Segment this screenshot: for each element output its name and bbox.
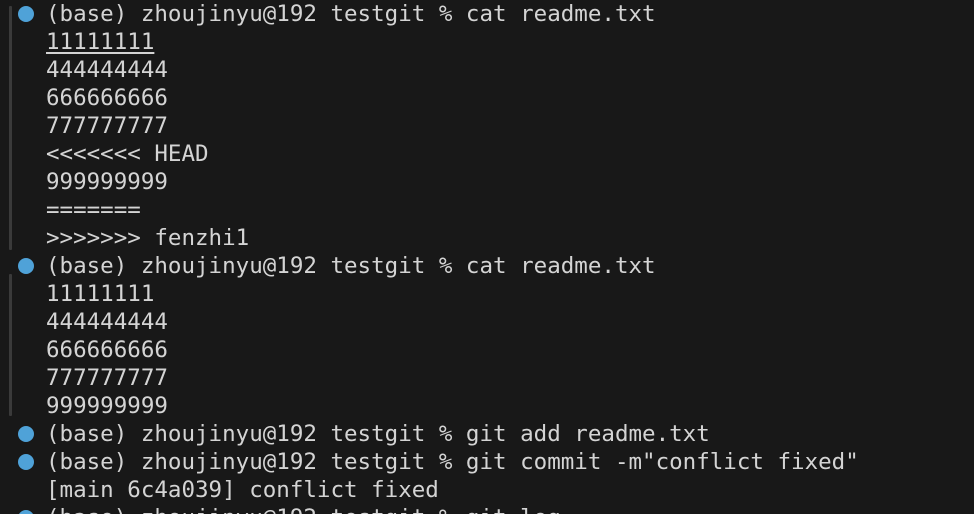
output-line: 777777777 [46,365,168,391]
output-line: 11111111 [46,281,155,307]
output-line: 999999999 [46,169,168,195]
output-line: 777777777 [46,113,168,139]
output-line: >>>>>>> fenzhi1 [46,225,250,251]
output-line: 11111111 [46,29,155,55]
output-line: 666666666 [46,337,168,363]
output-line: <<<<<<< HEAD [46,141,209,167]
command-status-dot-icon[interactable] [18,258,34,274]
command-status-dot-icon[interactable] [18,6,34,22]
command-group-marker [9,6,12,250]
prompt-line: (base) zhoujinyu@192 testgit % cat readm… [46,253,656,279]
output-line: 666666666 [46,85,168,111]
command-status-dot-icon[interactable] [18,426,34,442]
prompt-line: (base) zhoujinyu@192 testgit % cat readm… [46,1,656,27]
prompt-line: (base) zhoujinyu@192 testgit % git add r… [46,421,710,447]
output-line: 999999999 [46,393,168,419]
output-line: 444444444 [46,57,168,83]
terminal-panel[interactable]: (base) zhoujinyu@192 testgit % cat readm… [0,0,974,514]
prompt-line: (base) zhoujinyu@192 testgit % git commi… [46,449,859,475]
output-line: [main 6c4a039] conflict fixed [46,477,439,503]
command-group-marker [9,274,12,416]
command-status-dot-icon[interactable] [18,510,34,514]
output-line: ======= [46,197,141,223]
command-status-dot-icon[interactable] [18,454,34,470]
prompt-line: (base) zhoujinyu@192 testgit % git log [46,504,561,514]
output-line: 444444444 [46,309,168,335]
